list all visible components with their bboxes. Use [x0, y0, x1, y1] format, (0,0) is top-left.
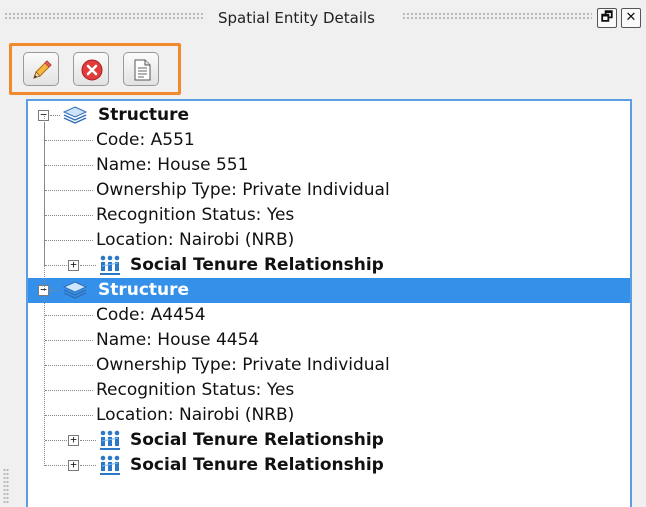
layers-icon — [62, 105, 88, 130]
social-tenure-relationship-icon — [98, 429, 122, 456]
tree-item-social-tenure-relationship[interactable]: + Social Tenure Relationship — [28, 453, 630, 478]
tree-connector — [45, 315, 93, 316]
cancel-icon — [81, 59, 103, 81]
expand-toggle[interactable]: + — [68, 459, 79, 471]
tree-connector — [45, 415, 93, 416]
social-tenure-relationship-icon — [98, 454, 122, 481]
tree-field-label: Recognition Status: Yes — [96, 205, 295, 225]
pencil-icon — [33, 60, 52, 79]
expand-toggle[interactable]: + — [68, 434, 79, 446]
tree-field-item[interactable]: Name: House 4454 — [28, 328, 630, 353]
panel-title: Spatial Entity Details — [218, 9, 375, 27]
tree-connector — [45, 465, 67, 466]
tree-connector — [45, 165, 93, 166]
document-icon — [134, 59, 151, 81]
tree-connector — [45, 390, 93, 391]
expand-toggle[interactable]: + — [68, 259, 79, 271]
tree-field-item[interactable]: Recognition Status: Yes — [28, 203, 630, 228]
edit-button[interactable] — [23, 52, 59, 86]
tree-field-item[interactable]: Name: House 551 — [28, 153, 630, 178]
tree-field-label: Ownership Type: Private Individual — [96, 355, 390, 375]
layers-icon — [62, 280, 88, 305]
resize-grip[interactable] — [3, 468, 9, 504]
tree-item-label: Structure — [98, 105, 190, 125]
social-tenure-relationship-icon — [98, 254, 122, 281]
tree-item-structure[interactable]: − Structure — [28, 103, 630, 128]
tree-field-label: Name: House 4454 — [96, 330, 260, 350]
tree-connector — [45, 265, 67, 266]
tree-connector — [50, 290, 60, 291]
drag-grip-right[interactable] — [402, 12, 592, 20]
remove-button[interactable] — [73, 52, 109, 86]
tree-field-label: Location: Nairobi (NRB) — [96, 230, 295, 250]
tree-connector — [45, 190, 93, 191]
tree-connector — [45, 440, 67, 441]
tree-field-label: Code: A4454 — [96, 305, 206, 325]
relationship-label: Social Tenure Relationship — [130, 255, 384, 275]
tree-connector — [45, 215, 93, 216]
float-panel-button[interactable]: 🗗 — [597, 8, 617, 28]
tree-field-label: Ownership Type: Private Individual — [96, 180, 390, 200]
relationship-label: Social Tenure Relationship — [130, 430, 384, 450]
tree-item-social-tenure-relationship[interactable]: + Social Tenure Relationship — [28, 253, 630, 278]
tree-field-item[interactable]: Ownership Type: Private Individual — [28, 178, 630, 203]
tree-connector — [45, 340, 93, 341]
entity-tree[interactable]: − Structure Code: A551 Name: House 551 Owne… — [26, 99, 632, 507]
drag-grip-left[interactable] — [4, 12, 204, 20]
tree-field-item[interactable]: Ownership Type: Private Individual — [28, 353, 630, 378]
float-icon: 🗗 — [600, 10, 614, 25]
close-icon: ✕ — [625, 10, 637, 25]
tree-field-item[interactable]: Code: A551 — [28, 128, 630, 153]
tree-field-label: Recognition Status: Yes — [96, 380, 295, 400]
tree-item-social-tenure-relationship[interactable]: + Social Tenure Relationship — [28, 428, 630, 453]
tree-connector — [80, 440, 96, 441]
tree-field-item[interactable]: Recognition Status: Yes — [28, 378, 630, 403]
tree-field-item[interactable]: Location: Nairobi (NRB) — [28, 403, 630, 428]
tree-connector — [45, 140, 93, 141]
dock-title-bar[interactable]: Spatial Entity Details 🗗 ✕ — [0, 0, 646, 38]
tree-connector — [45, 365, 93, 366]
tree-field-item[interactable]: Location: Nairobi (NRB) — [28, 228, 630, 253]
tree-field-label: Name: House 551 — [96, 155, 249, 175]
tree-field-label: Code: A551 — [96, 130, 195, 150]
close-panel-button[interactable]: ✕ — [621, 8, 641, 28]
tree-item-structure[interactable]: − Structure — [28, 278, 630, 303]
relationship-label: Social Tenure Relationship — [130, 455, 384, 475]
tree-item-label: Structure — [98, 280, 190, 300]
tree-connector — [80, 265, 96, 266]
tree-field-item[interactable]: Code: A4454 — [28, 303, 630, 328]
tree-connector — [50, 115, 60, 116]
tree-connector — [80, 465, 96, 466]
tree-connector — [45, 240, 93, 241]
view-document-button[interactable] — [123, 52, 159, 86]
tree-field-label: Location: Nairobi (NRB) — [96, 405, 295, 425]
tree-connector — [44, 116, 45, 291]
